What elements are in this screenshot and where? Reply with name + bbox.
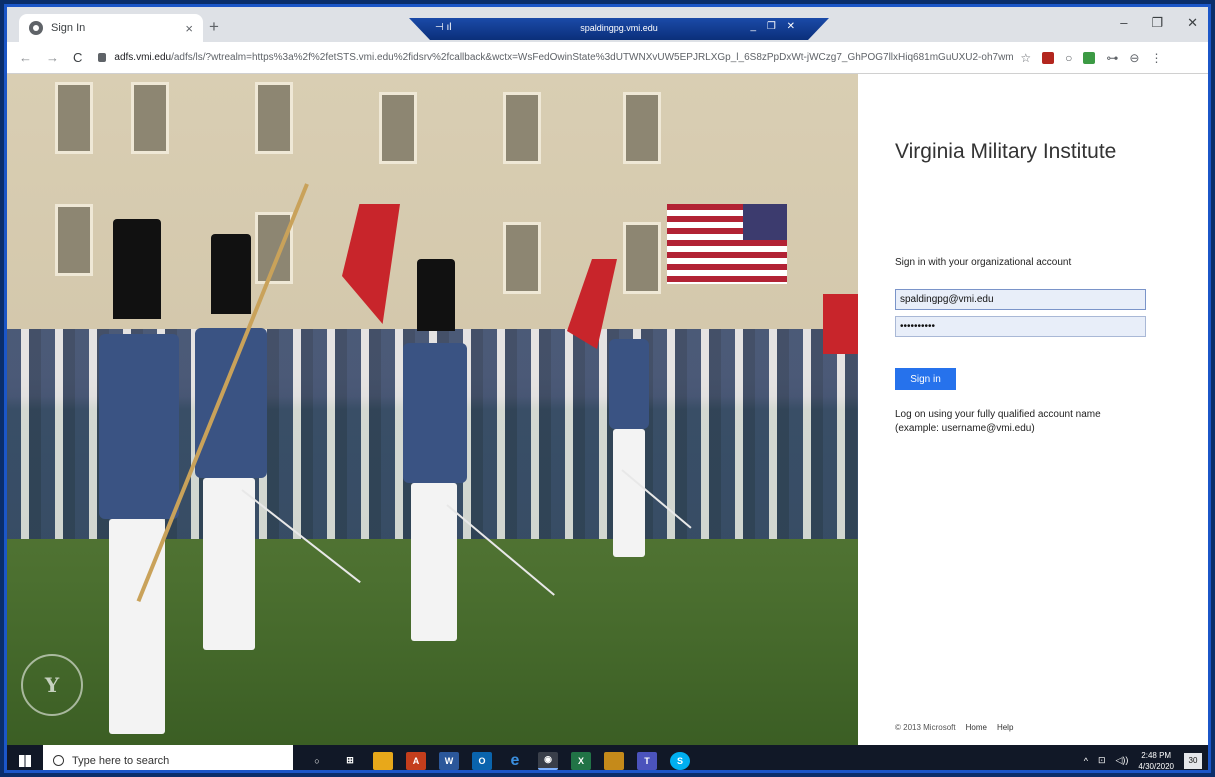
cadet-parade-photo: Y xyxy=(7,74,858,745)
hint-line-1: Log on using your fully qualified accoun… xyxy=(895,409,1101,420)
circle-extension-icon[interactable]: ○ xyxy=(1065,51,1072,65)
login-footer: © 2013 Microsoft Home Help xyxy=(895,723,1013,732)
close-window-button[interactable]: ✕ xyxy=(1187,15,1198,31)
browser-tab-bar: Sign In × + ⊣ ıl spaldingpg.vmi.edu _ ❐ … xyxy=(7,7,1208,42)
remote-desktop-connection-bar: ⊣ ıl spaldingpg.vmi.edu _ ❐ ✕ xyxy=(409,18,829,40)
password-field[interactable]: •••••••••• xyxy=(895,316,1146,337)
red-flag xyxy=(823,294,858,354)
building-window xyxy=(131,82,169,154)
forward-arrow-icon[interactable]: → xyxy=(46,50,59,65)
building-window xyxy=(503,92,541,164)
new-tab-button[interactable]: + xyxy=(209,17,219,37)
copyright-text: © 2013 Microsoft xyxy=(895,723,956,732)
url-host: adfs.vmi.edu xyxy=(114,52,172,63)
task-view-icon[interactable]: ⊞ xyxy=(340,752,360,770)
skype-app-icon[interactable]: S xyxy=(670,751,690,770)
cadet-figure xyxy=(605,329,653,559)
taskbar-search-box[interactable]: Type here to search xyxy=(43,745,293,770)
cadet-figure xyxy=(87,219,187,739)
access-app-icon[interactable]: A xyxy=(406,751,426,770)
nav-buttons: ← → C xyxy=(7,50,82,65)
address-bar-row: ← → C adfs.vmi.edu /adfs/ls/?wtrealm=htt… xyxy=(7,42,1208,74)
key-icon[interactable]: ⊶ xyxy=(1106,51,1118,65)
menu-kebab-icon[interactable]: ⋮ xyxy=(1150,51,1162,65)
clock-time: 2:48 PM xyxy=(1141,750,1172,760)
star-bookmark-icon[interactable]: ☆ xyxy=(1020,51,1031,65)
file-explorer-icon[interactable] xyxy=(373,751,393,770)
building-window xyxy=(623,222,661,294)
window-controls: – ❐ ✕ xyxy=(1120,15,1198,31)
tab-favicon-icon xyxy=(29,21,43,35)
connection-bar-controls[interactable]: _ ❐ ✕ xyxy=(751,21,799,32)
network-icon[interactable]: ⊡ xyxy=(1098,755,1106,766)
building-window xyxy=(379,92,417,164)
home-link[interactable]: Home xyxy=(966,723,987,732)
vmi-seal-logo: Y xyxy=(21,654,83,716)
tab-sign-in[interactable]: Sign In × xyxy=(19,14,203,42)
signin-hint: Log on using your fully qualified accoun… xyxy=(895,408,1195,436)
building-window xyxy=(503,222,541,294)
notification-center-icon[interactable]: 30 xyxy=(1184,752,1202,769)
app-icon[interactable] xyxy=(604,751,624,770)
chrome-browser-icon[interactable]: ◉ xyxy=(538,751,558,770)
building-window xyxy=(623,92,661,164)
username-field[interactable]: spaldingpg@vmi.edu xyxy=(895,289,1146,310)
hint-line-2: (example: username@vmi.edu) xyxy=(895,423,1035,434)
outlook-app-icon[interactable]: O xyxy=(472,751,492,770)
tab-close-icon[interactable]: × xyxy=(185,21,193,36)
login-panel: Virginia Military Institute Sign in with… xyxy=(858,74,1208,745)
cortana-icon[interactable]: ○ xyxy=(307,752,327,770)
browser-extensions: ☆ ○ ⊶ ⊖ ⋮ xyxy=(1020,51,1162,65)
green-extension-icon[interactable] xyxy=(1083,51,1096,64)
restore-button[interactable]: ❐ xyxy=(1151,15,1163,31)
url-field[interactable]: adfs.vmi.edu /adfs/ls/?wtrealm=https%3a%… xyxy=(98,52,1014,63)
windows-taskbar: Type here to search ○ ⊞ A W O e ◉ X T S … xyxy=(7,745,1208,771)
tab-title: Sign In xyxy=(51,22,86,34)
red-flag xyxy=(342,204,400,324)
reload-icon[interactable]: C xyxy=(73,50,82,65)
back-arrow-icon[interactable]: ← xyxy=(19,50,32,65)
volume-icon[interactable]: ◁)) xyxy=(1115,755,1128,766)
organization-title: Virginia Military Institute xyxy=(895,140,1117,163)
windows-logo-icon xyxy=(19,754,31,767)
us-flag xyxy=(667,204,787,284)
teams-app-icon[interactable]: T xyxy=(637,751,657,770)
clock-date: 4/30/2020 xyxy=(1138,761,1174,771)
taskbar-clock[interactable]: 2:48 PM 4/30/2020 xyxy=(1138,750,1174,771)
help-link[interactable]: Help xyxy=(997,723,1013,732)
signin-heading: Sign in with your organizational account xyxy=(895,257,1072,268)
word-app-icon[interactable]: W xyxy=(439,751,459,770)
sign-in-button[interactable]: Sign in xyxy=(895,368,956,390)
taskbar-apps: ○ ⊞ A W O e ◉ X T S xyxy=(307,751,690,770)
building-window xyxy=(255,82,293,154)
search-placeholder: Type here to search xyxy=(72,754,170,767)
search-icon xyxy=(53,755,64,766)
cadet-figure xyxy=(395,259,475,644)
remote-desktop-frame: Sign In × + ⊣ ıl spaldingpg.vmi.edu _ ❐ … xyxy=(4,4,1211,773)
pdf-extension-icon[interactable] xyxy=(1042,51,1055,64)
building-window xyxy=(55,82,93,154)
profile-avatar-icon[interactable]: ⊖ xyxy=(1129,51,1139,65)
page-content: Y Virginia Military Institute Sign in wi… xyxy=(7,74,1208,745)
excel-app-icon[interactable]: X xyxy=(571,751,591,770)
tray-chevron-icon[interactable]: ^ xyxy=(1084,756,1088,766)
start-button[interactable] xyxy=(7,745,43,770)
minimize-button[interactable]: – xyxy=(1120,15,1127,31)
lock-icon xyxy=(98,53,107,62)
edge-browser-icon[interactable]: e xyxy=(505,752,525,770)
url-path: /adfs/ls/?wtrealm=https%3a%2f%2fetSTS.vm… xyxy=(171,52,1015,63)
system-tray: ^ ⊡ ◁)) 2:48 PM 4/30/2020 30 xyxy=(1084,745,1202,771)
